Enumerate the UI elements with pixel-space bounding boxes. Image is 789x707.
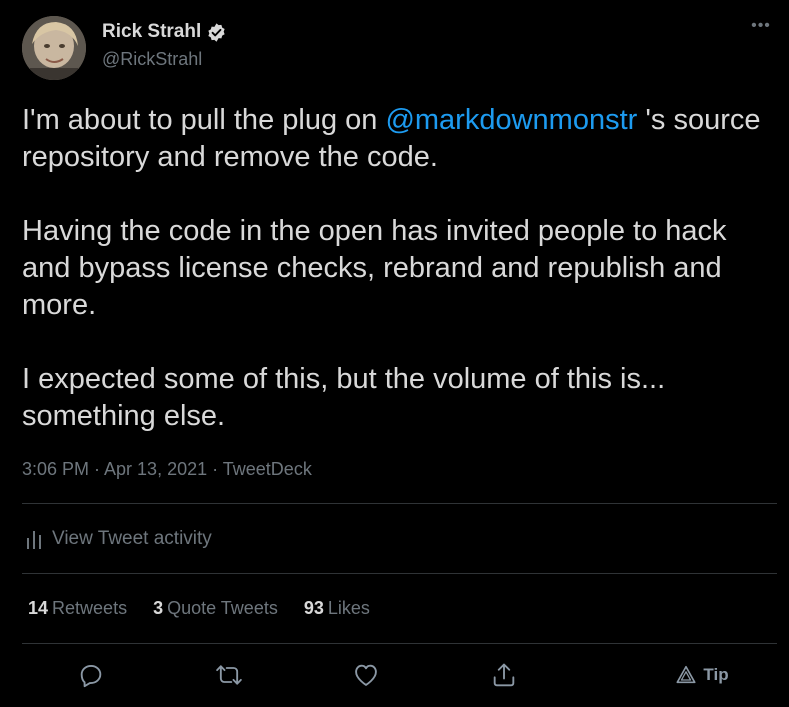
tweet-text-part: I'm about to pull the plug on bbox=[22, 104, 386, 136]
engagement-stats: 14 Retweets 3 Quote Tweets 93 Likes bbox=[28, 598, 370, 619]
view-tweet-activity-link[interactable]: View Tweet activity bbox=[26, 528, 212, 550]
quote-tweets-count: 3 bbox=[153, 598, 164, 618]
quote-tweets-label: Quote Tweets bbox=[167, 598, 278, 618]
author-handle[interactable]: @RickStrahl bbox=[102, 49, 202, 70]
tweet-paragraph-3: I expected some of this, but the volume … bbox=[22, 363, 666, 432]
tip-button[interactable]: Tip bbox=[672, 657, 732, 693]
divider bbox=[22, 643, 777, 644]
tweet-actions: Tip bbox=[0, 657, 789, 697]
share-icon bbox=[493, 663, 515, 687]
display-name[interactable]: Rick Strahl bbox=[102, 21, 201, 43]
likes-stat[interactable]: 93 Likes bbox=[304, 598, 370, 619]
like-icon bbox=[355, 664, 377, 686]
divider bbox=[22, 503, 777, 504]
tip-label: Tip bbox=[703, 665, 729, 684]
more-options-icon[interactable]: ••• bbox=[749, 18, 773, 43]
share-button[interactable] bbox=[488, 657, 520, 693]
tweet-paragraph-2: Having the code in the open has invited … bbox=[22, 215, 727, 321]
likes-count: 93 bbox=[303, 598, 324, 618]
divider bbox=[22, 573, 777, 574]
retweets-label: Retweets bbox=[52, 598, 128, 618]
tweet-text: I'm about to pull the plug on @markdownm… bbox=[22, 102, 782, 435]
analytics-icon bbox=[27, 531, 41, 549]
like-button[interactable] bbox=[351, 657, 381, 693]
activity-label: View Tweet activity bbox=[52, 528, 212, 549]
reply-button[interactable] bbox=[76, 657, 106, 693]
verified-badge-icon bbox=[206, 22, 227, 43]
tip-icon bbox=[676, 665, 696, 684]
retweets-stat[interactable]: 14 Retweets bbox=[28, 598, 127, 619]
retweet-button[interactable] bbox=[213, 657, 245, 693]
likes-label: Likes bbox=[327, 598, 370, 618]
retweet-icon bbox=[216, 665, 242, 685]
tweet-timestamp[interactable]: 3:06 PM · Apr 13, 2021 · TweetDeck bbox=[22, 459, 312, 480]
reply-icon bbox=[80, 664, 102, 688]
quote-tweets-stat[interactable]: 3 Quote Tweets bbox=[153, 598, 278, 619]
avatar[interactable] bbox=[22, 16, 86, 80]
retweets-count: 14 bbox=[28, 598, 49, 618]
author-name[interactable]: Rick Strahl bbox=[102, 21, 227, 43]
tweet-paragraph-1: I'm about to pull the plug on @markdownm… bbox=[22, 102, 782, 176]
mention-link[interactable]: @markdownmonstr bbox=[385, 104, 637, 136]
